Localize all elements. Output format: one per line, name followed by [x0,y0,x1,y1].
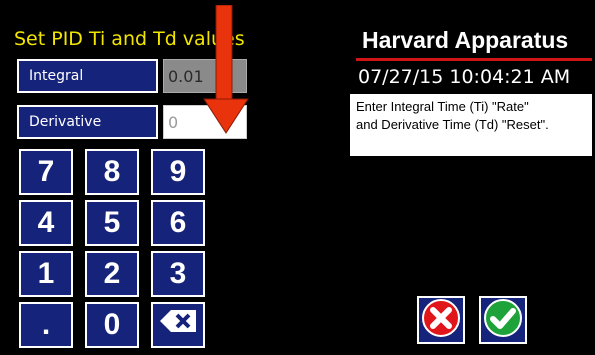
brand-name: Harvard Apparatus [362,27,569,53]
integral-field-button[interactable]: Integral [17,59,158,93]
backspace-icon [158,308,198,342]
key-4[interactable]: 4 [19,200,73,246]
help-line-1: Enter Integral Time (Ti) "Rate" [356,99,529,114]
help-line-2: and Derivative Time (Td) "Reset". [356,117,549,132]
derivative-label: Derivative [29,114,102,130]
key-7[interactable]: 7 [19,149,73,195]
help-text-box: Enter Integral Time (Ti) "Rate" and Deri… [350,94,592,156]
confirm-button[interactable] [479,296,527,344]
integral-label: Integral [29,68,84,84]
key-decimal[interactable]: . [19,302,73,348]
key-2[interactable]: 2 [85,251,139,297]
annotation-arrow-icon [201,4,251,135]
brand-divider [356,58,592,61]
key-5[interactable]: 5 [85,200,139,246]
key-9[interactable]: 9 [151,149,205,195]
cancel-button[interactable] [417,296,465,344]
key-6[interactable]: 6 [151,200,205,246]
key-1[interactable]: 1 [19,251,73,297]
key-3[interactable]: 3 [151,251,205,297]
cancel-x-icon [421,298,461,343]
backspace-button[interactable] [151,302,205,348]
key-8[interactable]: 8 [85,149,139,195]
derivative-field-button[interactable]: Derivative [17,105,158,139]
confirm-check-icon [483,298,523,343]
key-0[interactable]: 0 [85,302,139,348]
datetime-display: 07/27/15 10:04:21 AM [358,66,571,88]
